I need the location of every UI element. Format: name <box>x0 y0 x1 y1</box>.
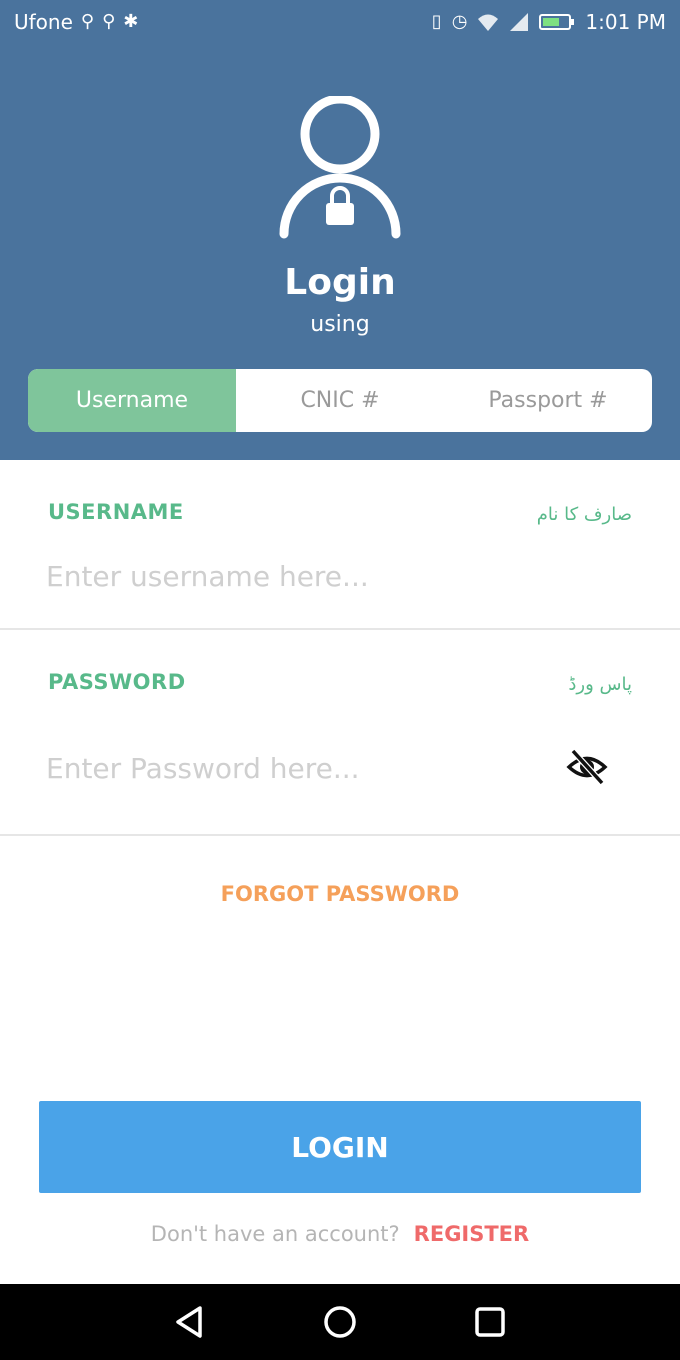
page-subtitle: using <box>310 312 370 337</box>
password-label-urdu: پاس ورڈ <box>568 674 632 695</box>
eye-off-icon[interactable] <box>566 746 608 788</box>
tab-passport[interactable]: Passport # <box>444 369 652 432</box>
login-method-tabs: Username CNIC # Passport # <box>28 369 652 432</box>
tab-label: Passport # <box>488 388 608 413</box>
vibrate-icon: ▯ <box>431 11 442 32</box>
usb-icon: ⚲ <box>102 11 116 32</box>
status-left: Ufone ⚲ ⚲ ✱ <box>14 10 138 34</box>
tab-label: CNIC # <box>300 388 380 413</box>
status-time: 1:01 PM <box>585 10 666 34</box>
android-debug-icon: ✱ <box>123 11 139 32</box>
battery-icon <box>539 14 575 30</box>
login-button[interactable]: LOGIN <box>39 1101 641 1193</box>
username-field: USERNAME صارف کا نام <box>0 460 680 630</box>
back-icon[interactable] <box>170 1302 210 1342</box>
header: Ufone ⚲ ⚲ ✱ ▯ ◷ 1:01 PM Login using User… <box>0 0 680 460</box>
tab-cnic[interactable]: CNIC # <box>236 369 444 432</box>
user-lock-icon <box>279 96 401 239</box>
login-screen: Ufone ⚲ ⚲ ✱ ▯ ◷ 1:01 PM Login using User… <box>0 0 680 1360</box>
recents-icon[interactable] <box>470 1302 510 1342</box>
page-title: Login <box>284 262 396 303</box>
status-bar: Ufone ⚲ ⚲ ✱ ▯ ◷ 1:01 PM <box>0 0 680 46</box>
signal-icon <box>510 13 529 31</box>
password-label: PASSWORD <box>48 670 186 694</box>
wifi-icon <box>478 14 499 31</box>
alarm-icon: ◷ <box>451 11 468 32</box>
register-row: Don't have an account? REGISTER <box>0 1222 680 1246</box>
home-icon[interactable] <box>320 1302 360 1342</box>
register-prompt: Don't have an account? <box>150 1222 400 1246</box>
status-right: ▯ ◷ 1:01 PM <box>432 10 666 34</box>
carrier-name: Ufone <box>14 10 73 34</box>
tab-username[interactable]: Username <box>28 369 236 432</box>
tab-label: Username <box>75 388 189 413</box>
username-label: USERNAME <box>48 500 184 524</box>
navigation-bar <box>0 1284 680 1360</box>
password-input[interactable] <box>46 746 546 790</box>
username-label-urdu: صارف کا نام <box>536 504 632 525</box>
username-input[interactable] <box>46 554 546 598</box>
forgot-password-link[interactable]: FORGOT PASSWORD <box>0 882 680 906</box>
password-field: PASSWORD پاس ورڈ <box>0 630 680 836</box>
usb-icon: ⚲ <box>80 11 95 32</box>
register-link[interactable]: REGISTER <box>414 1222 530 1246</box>
